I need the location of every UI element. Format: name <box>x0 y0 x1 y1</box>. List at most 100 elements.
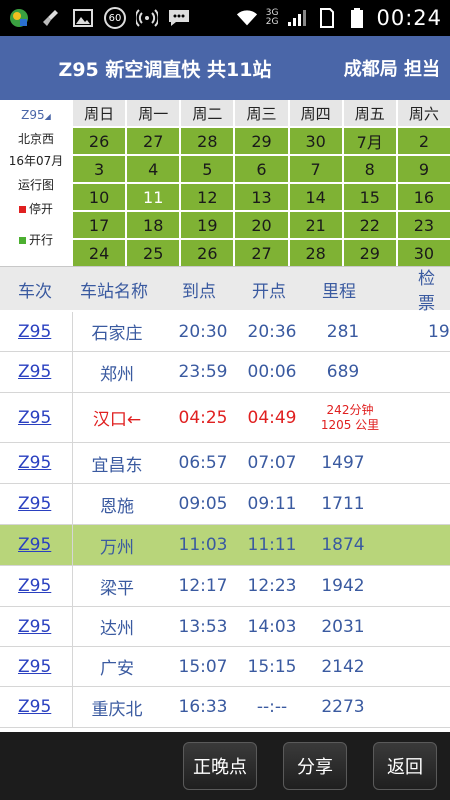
arrive-time: 15:07 <box>178 656 228 677</box>
bottom-bar: 正晚点 分享 返回 <box>0 732 450 800</box>
station-name: 广安 <box>100 659 134 679</box>
calendar-day[interactable]: 28 <box>289 240 342 266</box>
calendar-day[interactable]: 23 <box>397 212 450 238</box>
image-icon <box>72 7 94 29</box>
calendar-day[interactable]: 9 <box>397 156 450 182</box>
back-button[interactable]: 返回 <box>373 742 437 790</box>
calendar-day[interactable]: 14 <box>289 184 342 210</box>
train-link[interactable]: Z95 <box>18 687 51 727</box>
calendar-day[interactable]: 11 <box>127 184 180 210</box>
calendar-day[interactable]: 17 <box>73 212 126 238</box>
weekday-header: 周六 <box>397 100 450 126</box>
depart-time: 07:07 <box>247 453 297 473</box>
depart-time: 09:11 <box>247 494 297 514</box>
calendar-day[interactable]: 30 <box>289 128 342 154</box>
calendar-day[interactable]: 3 <box>73 156 126 182</box>
train-link[interactable]: Z95 <box>18 443 51 483</box>
calendar-day[interactable]: 27 <box>127 128 180 154</box>
calendar-day[interactable]: 19 <box>181 212 234 238</box>
run-calendar: Z95◢ 北京西 16年07月 运行图 停开 开行 周日 周一 周二 周三 周四 周五 周六… <box>0 100 450 266</box>
calendar-day[interactable]: 4 <box>127 156 180 182</box>
calendar-day[interactable]: 25 <box>127 240 180 266</box>
calendar-day[interactable]: 16 <box>397 184 450 210</box>
station-name: 宜昌东 <box>91 455 143 476</box>
calendar-day[interactable]: 29 <box>343 240 396 266</box>
train-link[interactable]: Z95 <box>18 647 51 686</box>
weekday-header: 周三 <box>235 100 288 126</box>
share-button[interactable]: 分享 <box>283 742 347 790</box>
table-row[interactable]: Z95 达州 13:53 14:03 2031 <box>0 607 450 647</box>
battery-saver-badge: 60 <box>104 7 126 29</box>
distance: 2031 <box>321 616 365 637</box>
calendar-day[interactable]: 27 <box>235 240 288 266</box>
table-row[interactable]: Z95 重庆北 16:33 --:-- 2273 <box>0 687 450 728</box>
calendar-day[interactable]: 7 <box>289 156 342 182</box>
depart-time: 04:49 <box>247 407 297 428</box>
train-link[interactable]: Z95 <box>18 393 51 442</box>
triangle-dropdown-icon: ◢ <box>44 112 51 121</box>
sim-icon <box>316 7 338 29</box>
table-row[interactable]: Z95 梁平 12:17 12:23 1942 <box>0 566 450 607</box>
weekday-header: 周日 <box>73 100 126 126</box>
calendar-day[interactable]: 6 <box>235 156 288 182</box>
train-link[interactable]: Z95 <box>18 566 51 606</box>
table-row[interactable]: Z95 万州 11:03 11:11 1874 <box>0 525 450 566</box>
calendar-sidebar: Z95◢ 北京西 16年07月 运行图 停开 开行 <box>0 100 72 266</box>
calendar-day[interactable]: 5 <box>181 156 234 182</box>
calendar-day[interactable]: 8 <box>343 156 396 182</box>
calendar-day[interactable]: 30 <box>397 240 450 266</box>
table-row[interactable]: Z95 广安 15:07 15:15 2142 <box>0 647 450 687</box>
calendar-day[interactable]: 21 <box>289 212 342 238</box>
network-indicator: 3G 2G <box>266 9 279 27</box>
distance: 2142 <box>321 656 365 677</box>
calendar-train-selector[interactable]: Z95◢ <box>0 108 72 122</box>
depart-time: 00:06 <box>247 362 297 382</box>
status-bar: 60 3G 2G 00:24 <box>0 0 450 36</box>
calendar-day[interactable]: 28 <box>181 128 234 154</box>
calendar-day[interactable]: 26 <box>181 240 234 266</box>
calendar-day[interactable]: 10 <box>73 184 126 210</box>
calendar-day[interactable]: 22 <box>343 212 396 238</box>
calendar-day[interactable]: 20 <box>235 212 288 238</box>
calendar-day[interactable]: 7月 <box>343 128 396 154</box>
battery-icon <box>346 7 368 29</box>
broom-icon <box>40 7 62 29</box>
calendar-day[interactable]: 2 <box>397 128 450 154</box>
hotspot-icon <box>136 7 158 29</box>
calendar-day[interactable]: 15 <box>343 184 396 210</box>
calendar-day[interactable]: 12 <box>181 184 234 210</box>
stop-list[interactable]: Z95 石家庄 20:30 20:36 281 19 Z95 郑州 23:59 00:06 689 Z… <box>0 312 450 732</box>
wifi-icon <box>236 7 258 29</box>
stop-note-line: 242分钟 <box>326 402 374 417</box>
calendar-grid: 周日 周一 周二 周三 周四 周五 周六 26 27 28 29 30 7月 2 3 4 5 6 7 8 9 10 11 12… <box>73 100 450 266</box>
calendar-day[interactable]: 13 <box>235 184 288 210</box>
header-station: 车站名称 <box>80 281 148 302</box>
legend-running-label: 开行 <box>28 233 53 247</box>
arrive-time: 13:53 <box>178 616 228 637</box>
weekday-header: 周四 <box>289 100 342 126</box>
arrive-time: 20:30 <box>178 321 228 342</box>
train-link[interactable]: Z95 <box>18 525 51 565</box>
calendar-day[interactable]: 29 <box>235 128 288 154</box>
ontime-button[interactable]: 正晚点 <box>183 742 257 790</box>
calendar-day[interactable]: 26 <box>73 128 126 154</box>
train-link[interactable]: Z95 <box>18 484 51 524</box>
calendar-origin: 北京西 <box>17 132 54 146</box>
table-row[interactable]: Z95 宜昌东 06:57 07:07 1497 <box>0 443 450 484</box>
calendar-day[interactable]: 18 <box>127 212 180 238</box>
station-name: 重庆北 <box>91 699 143 720</box>
calendar-month: 16年07月 <box>8 154 64 168</box>
arrive-time: 12:17 <box>178 576 228 596</box>
header-distance: 里程 <box>322 281 356 302</box>
depart-time: --:-- <box>256 697 288 717</box>
train-link[interactable]: Z95 <box>18 352 51 392</box>
table-row[interactable]: Z95 恩施 09:05 09:11 1711 <box>0 484 450 525</box>
table-row[interactable]: Z95 汉口← 04:25 04:49 242分钟 1205 公里 <box>0 393 450 443</box>
train-link[interactable]: Z95 <box>18 312 51 351</box>
table-row[interactable]: Z95 郑州 23:59 00:06 689 <box>0 352 450 393</box>
calendar-day[interactable]: 24 <box>73 240 126 266</box>
table-row[interactable]: Z95 石家庄 20:30 20:36 281 19 <box>0 312 450 352</box>
station-name: 郑州 <box>100 364 134 385</box>
train-link[interactable]: Z95 <box>18 607 51 646</box>
station-name: 恩施 <box>100 496 134 517</box>
